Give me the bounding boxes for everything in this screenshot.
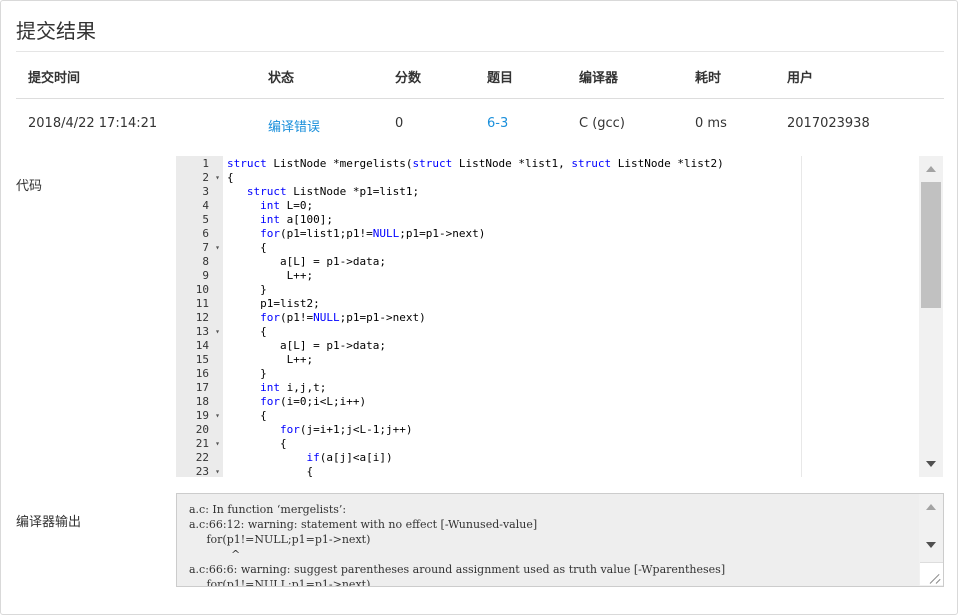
code-line: { [227, 465, 314, 477]
line-number: 23 ▾ [195, 465, 220, 477]
code-line: for(i=0;i<L;i++) [260, 395, 367, 408]
line-number: 21 ▾ [195, 437, 220, 451]
line-number: 4 [202, 199, 209, 212]
code-line: a[L] = p1->data; [227, 255, 386, 268]
print-margin [801, 156, 802, 477]
cell-compiler: C (gcc) [579, 116, 625, 131]
code-line: L++; [227, 353, 314, 366]
line-number: 2 ▾ [202, 171, 220, 185]
compiler-output-label: 编译器输出 [16, 515, 82, 530]
cell-user: 2017023938 [787, 116, 870, 131]
scroll-up-icon[interactable] [926, 166, 936, 172]
header-user: 用户 [787, 71, 814, 86]
line-number: 16 [195, 367, 209, 380]
cell-duration: 0 ms [695, 116, 727, 131]
output-line: ^ [189, 548, 241, 561]
code-line: int i,j,t; [260, 381, 327, 394]
code-line: int L=0; [260, 199, 314, 212]
fold-arrow-icon[interactable]: ▾ [215, 171, 220, 185]
cell-submit-time: 2018/4/22 17:14:21 [28, 116, 158, 131]
line-number: 12 [195, 311, 209, 324]
scroll-up-icon[interactable] [926, 504, 936, 510]
scroll-down-icon[interactable] [926, 542, 936, 548]
line-number: 10 [195, 283, 209, 296]
code-line: int a[100]; [260, 213, 333, 226]
line-number: 13 ▾ [195, 325, 220, 339]
code-line: { [227, 325, 267, 338]
header-score: 分数 [395, 71, 422, 86]
code-line: for(j=i+1;j<L-1;j++) [279, 423, 413, 436]
code-line: for(p1=list1;p1!=NULL;p1=p1->next) [260, 227, 486, 240]
status-link[interactable]: 编译错误 [268, 116, 320, 135]
output-line: a.c: In function ‘mergelists’: [189, 503, 347, 516]
line-number: 20 [195, 423, 209, 436]
code-line: { [227, 241, 267, 254]
line-number: 19 ▾ [195, 409, 220, 423]
fold-arrow-icon[interactable]: ▾ [215, 409, 220, 423]
line-number: 18 [195, 395, 209, 408]
compiler-output-box[interactable]: for(p1!=NULL;p1=p1->next) a.c:66:6: warni… [176, 493, 944, 587]
code-label: 代码 [16, 179, 43, 194]
line-number: 7 ▾ [202, 241, 220, 255]
code-line: { [227, 171, 234, 184]
page-title: 提交结果 [16, 19, 96, 43]
header-duration: 耗时 [695, 71, 722, 86]
code-line: L++; [227, 269, 314, 282]
code-scrollbar[interactable] [919, 156, 943, 477]
fold-arrow-icon[interactable]: ▾ [215, 465, 220, 477]
code-line: } [227, 367, 267, 380]
fold-arrow-icon[interactable]: ▾ [215, 325, 220, 339]
table-row: 2018/4/22 17:14:21 编译错误 0 6-3 C (gcc) 0 … [16, 100, 944, 150]
code-line: struct ListNode *mergelists(struct ListN… [227, 157, 724, 170]
code-line: } [227, 283, 267, 296]
line-number: 1 [202, 157, 209, 170]
line-number: 5 [202, 213, 209, 226]
line-number: 8 [202, 255, 209, 268]
line-number: 17 [195, 381, 209, 394]
problem-link[interactable]: 6-3 [487, 116, 508, 131]
code-line: { [227, 437, 287, 450]
output-line: a.c:66:6: warning: suggest parentheses a… [189, 563, 726, 576]
cell-score: 0 [395, 116, 404, 131]
header-submit-time: 提交时间 [28, 71, 81, 86]
header-status: 状态 [268, 71, 295, 86]
line-number: 11 [195, 297, 209, 310]
output-line: for(p1!=NULL;p1=p1->next) [189, 578, 371, 587]
fold-arrow-icon[interactable]: ▾ [215, 241, 220, 255]
code-line: if(a[j]<a[i]) [306, 451, 393, 464]
scrollbar-thumb[interactable] [921, 182, 941, 308]
line-number: 9 [202, 269, 209, 282]
code-line: p1=list2; [227, 297, 320, 310]
resize-handle-icon[interactable] [920, 562, 943, 585]
code-editor[interactable]: 1 2 ▾ 3 4 5 6 7 ▾ 8 9 10 11 12 13 ▾ 14 15 16 17 18 19 ▾ 20 21 ▾ 22… [176, 156, 944, 477]
code-text-area[interactable]: struct ListNode *mergelists(struct ListN… [223, 156, 923, 477]
submission-result-panel: 提交结果 提交时间 状态 分数 题目 编译器 耗时 用户 2018/4/22 1… [0, 0, 958, 615]
line-number: 14 [195, 339, 209, 352]
line-number: 6 [202, 227, 209, 240]
code-line: struct ListNode *p1=list1; [246, 185, 420, 198]
line-number: 15 [195, 353, 209, 366]
header-compiler: 编译器 [579, 71, 619, 86]
table-header: 提交时间 状态 分数 题目 编译器 耗时 用户 [16, 52, 944, 99]
fold-arrow-icon[interactable]: ▾ [215, 437, 220, 451]
line-number: 22 [195, 451, 209, 464]
code-line: { [227, 409, 267, 422]
line-number-gutter: 1 2 ▾ 3 4 5 6 7 ▾ 8 9 10 11 12 13 ▾ 14 15 16 17 18 19 ▾ 20 21 ▾ 22… [176, 156, 223, 477]
output-line: a.c:66:12: warning: statement with no ef… [189, 518, 538, 531]
header-problem: 题目 [487, 71, 514, 86]
scroll-down-icon[interactable] [926, 461, 936, 467]
line-number: 3 [202, 185, 209, 198]
code-line: a[L] = p1->data; [227, 339, 386, 352]
output-line: for(p1!=NULL;p1=p1->next) [189, 533, 371, 546]
code-line: for(p1!=NULL;p1=p1->next) [260, 311, 426, 324]
